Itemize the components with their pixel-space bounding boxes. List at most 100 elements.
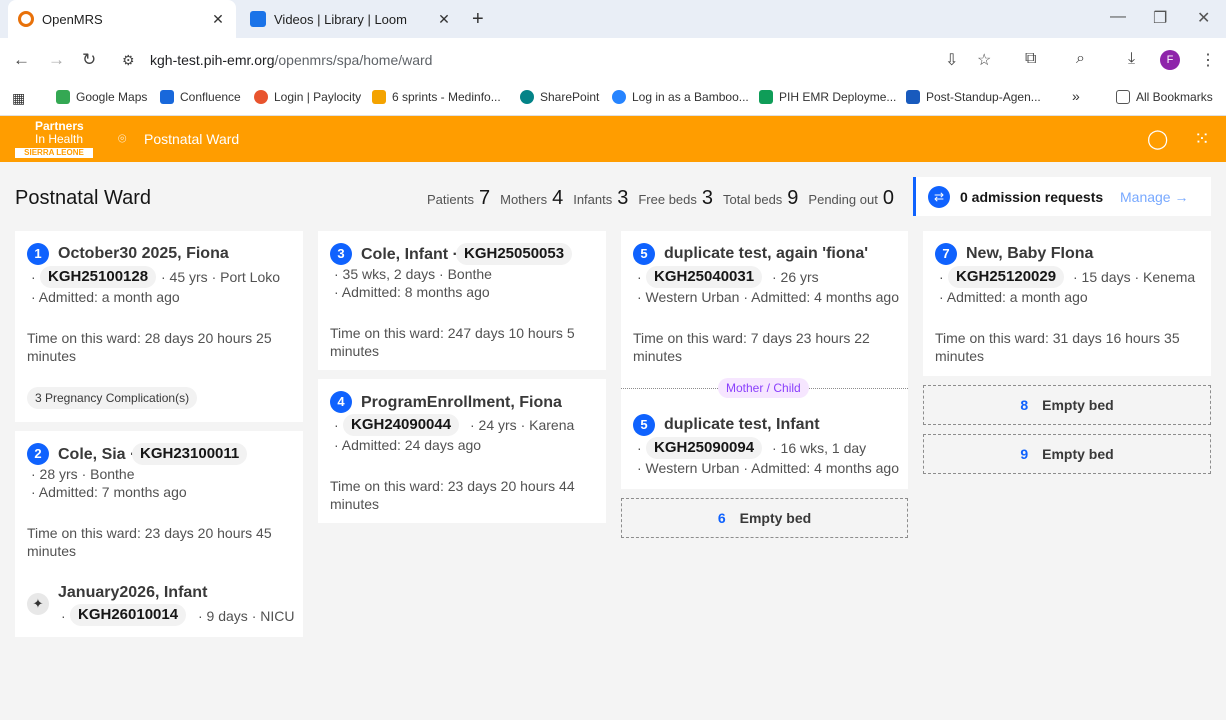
bed-card-5[interactable]: 5 duplicate test, again 'fiona' · KGH250…: [621, 231, 908, 489]
page-title: Postnatal Ward: [15, 187, 151, 209]
stat-value: 3: [701, 187, 714, 209]
bookmark-label: Confluence: [180, 90, 241, 104]
tab-title: Videos | Library | Loom: [274, 11, 407, 27]
patient-id: KGH25050053: [456, 243, 573, 265]
bed-card-4[interactable]: 4 ProgramEnrollment, Fiona · KGH24090044…: [318, 379, 606, 523]
stat-value: 3: [617, 187, 629, 209]
empty-bed-label: Empty bed: [1042, 397, 1114, 413]
tab-loom[interactable]: Videos | Library | Loom ✕: [240, 0, 462, 38]
stat-label: Infants: [573, 192, 613, 207]
confluence-icon: [160, 90, 174, 104]
all-bookmarks[interactable]: All Bookmarks: [1116, 90, 1213, 104]
bed-number: 5: [633, 414, 655, 436]
empty-bed-9[interactable]: 9 Empty bed: [923, 434, 1211, 474]
forward-icon[interactable]: →: [48, 50, 65, 70]
bookmark-paylocity[interactable]: Login | Paylocity: [254, 90, 361, 104]
location-icon: ⌾: [118, 130, 127, 146]
bed-card-1[interactable]: 1 October30 2025, Fiona · KGH25100128 · …: [15, 231, 303, 422]
patient-name[interactable]: Cole, Sia ·: [58, 446, 135, 464]
meta-dot: ·: [61, 608, 66, 624]
stat-value: 7: [478, 187, 491, 209]
bookmarks-bar: ▦ Google Maps Confluence Login | Payloci…: [0, 82, 1226, 116]
tab-search-icon[interactable]: ⌕: [1076, 50, 1085, 68]
admission-icon: ⇄: [928, 185, 950, 208]
user-avatar-icon[interactable]: ◯: [1147, 128, 1168, 151]
close-tab-icon[interactable]: ✕: [436, 11, 452, 28]
patient-age-location: · 28 yrs · Bonthe: [31, 466, 135, 482]
app-switcher-icon[interactable]: ⁙: [1194, 128, 1210, 151]
bamboo-icon: [612, 90, 626, 104]
install-app-icon[interactable]: ⇩: [945, 50, 958, 70]
manage-label: Manage: [1120, 188, 1171, 205]
time-on-ward: Time on this ward: 23 days 20 hours 44 m…: [330, 478, 575, 512]
menu-kebab-icon[interactable]: ⋮: [1200, 50, 1216, 70]
infant-name[interactable]: duplicate test, Infant: [664, 416, 820, 434]
meta-dot: ·: [637, 269, 642, 285]
tab-openmrs[interactable]: OpenMRS ✕: [8, 0, 236, 38]
stat-total-beds: Total beds 9: [723, 187, 798, 210]
bookmark-pih-emr[interactable]: PIH EMR Deployme...: [759, 90, 896, 104]
more-bookmarks-icon[interactable]: »: [1072, 88, 1080, 104]
admission-requests-text: 0 admission requests: [960, 188, 1104, 205]
mother-child-tag: Mother / Child: [718, 378, 809, 398]
bed-card-3[interactable]: 3 Cole, Infant · KGH25050053 · 35 wks, 2…: [318, 231, 606, 370]
restore-icon[interactable]: ❐: [1153, 8, 1167, 28]
download-icon[interactable]: ⤓: [1128, 50, 1135, 68]
patient-name[interactable]: New, Baby FIona: [966, 245, 1093, 263]
url-field[interactable]: kgh-test.pih-emr.org/openmrs/spa/home/wa…: [150, 52, 432, 68]
patient-age-location: · 15 days · Kenema: [1073, 269, 1196, 285]
bookmark-sharepoint[interactable]: SharePoint: [520, 90, 599, 104]
patient-name[interactable]: ProgramEnrollment, Fiona: [361, 394, 562, 412]
time-on-ward: Time on this ward: 28 days 20 hours 25 m…: [27, 330, 272, 364]
bed-card-2[interactable]: 2 Cole, Sia · KGH23100011 · 28 yrs · Bon…: [15, 431, 303, 637]
back-icon[interactable]: ←: [13, 50, 30, 70]
bookmark-label: 6 sprints - Medinfo...: [392, 90, 501, 104]
stat-value: 9: [787, 187, 799, 209]
bookmark-bamboo[interactable]: Log in as a Bamboo...: [612, 90, 749, 104]
empty-bed-8[interactable]: 8 Empty bed: [923, 385, 1211, 425]
infant-age: · 16 wks, 1 day: [772, 440, 867, 456]
reload-icon[interactable]: ↻: [82, 50, 96, 70]
bed-number: 3: [330, 243, 352, 265]
bookmark-google-maps[interactable]: Google Maps: [56, 90, 147, 104]
patient-name[interactable]: Cole, Infant ·: [361, 246, 458, 264]
patient-name[interactable]: duplicate test, again 'fiona': [664, 245, 868, 263]
bed-number: 8: [1020, 397, 1029, 413]
location-admitted: · Western Urban · Admitted: 4 months ago: [637, 460, 899, 476]
maps-icon: [56, 90, 70, 104]
stat-label: Mothers: [500, 192, 548, 207]
profile-avatar[interactable]: F: [1160, 50, 1180, 70]
patient-age-location: · 45 yrs · Port Loko: [161, 269, 281, 285]
patient-id: KGH25120029: [948, 266, 1065, 288]
location-name[interactable]: Postnatal Ward: [144, 131, 239, 147]
minimize-icon[interactable]: —: [1110, 8, 1126, 26]
close-tab-icon[interactable]: ✕: [210, 11, 226, 28]
manage-link[interactable]: Manage →: [1120, 189, 1188, 205]
meta-dot: ·: [334, 417, 339, 433]
paylocity-icon: [254, 90, 268, 104]
bookmark-confluence[interactable]: Confluence: [160, 90, 241, 104]
new-tab-icon[interactable]: +: [472, 8, 484, 31]
bed-number: 4: [330, 391, 352, 413]
empty-bed-6[interactable]: 6 Empty bed: [621, 498, 908, 538]
window-close-icon[interactable]: ✕: [1197, 8, 1210, 28]
ward-stats: Patients 7 Mothers 4 Infants 3 Free beds 3 T…: [427, 187, 904, 210]
browser-tab-bar: OpenMRS ✕ Videos | Library | Loom ✕ + — …: [0, 0, 1226, 38]
extensions-icon[interactable]: ⧉: [1025, 50, 1036, 68]
bed-card-7[interactable]: 7 New, Baby FIona · KGH25120029 · 15 day…: [923, 231, 1211, 376]
bookmark-standup[interactable]: Post-Standup-Agen...: [906, 90, 1041, 104]
infant-name[interactable]: January2026, Infant: [58, 584, 207, 602]
medinfo-icon: [372, 90, 386, 104]
patient-name[interactable]: October30 2025, Fiona: [58, 245, 229, 263]
logo-line2: In Health: [35, 132, 84, 146]
apps-grid-icon[interactable]: ▦: [12, 90, 25, 107]
patient-id: KGH25100128: [40, 266, 157, 288]
bookmark-star-icon[interactable]: ☆: [977, 50, 991, 70]
stat-label: Pending out: [808, 192, 878, 207]
site-info-icon[interactable]: ⚙: [122, 52, 135, 69]
patient-id: KGH23100011: [132, 443, 248, 465]
stat-label: Free beds: [638, 192, 697, 207]
meta-dot: ·: [31, 269, 36, 285]
bookmark-medinfo[interactable]: 6 sprints - Medinfo...: [372, 90, 501, 104]
bookmark-label: Google Maps: [76, 90, 148, 104]
